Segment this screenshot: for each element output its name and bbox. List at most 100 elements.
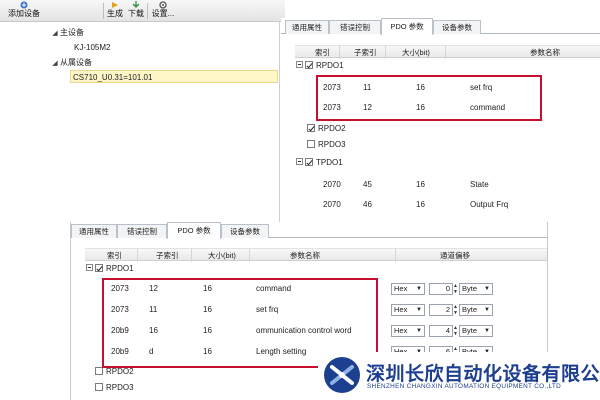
add-device-icon bbox=[20, 1, 28, 9]
download-icon bbox=[132, 1, 140, 8]
select-value: Byte bbox=[462, 284, 478, 293]
tab-label: 通用属性 bbox=[79, 227, 109, 236]
toolbar: 添加设备 生成 下载 设置... bbox=[0, 0, 285, 22]
add-device-label: 添加设备 bbox=[8, 9, 40, 18]
company-name-en: SHENZHEN CHANGXIN AUTOMATION EQUIPMENT C… bbox=[367, 383, 562, 390]
company-logo: 深圳长欣自动化设备有限公司 SHENZHEN CHANGXIN AUTOMATI… bbox=[318, 352, 600, 400]
chevron-down-icon: ▼ bbox=[416, 307, 422, 313]
highlight-box bbox=[316, 75, 542, 121]
pdo-group-name: RPDO3 bbox=[106, 383, 134, 392]
checkbox[interactable] bbox=[95, 382, 103, 391]
tree-node-master[interactable]: ◢ 主设备 bbox=[50, 26, 84, 39]
chevron-down-icon: ▼ bbox=[484, 307, 490, 313]
toolbar-separator bbox=[147, 3, 148, 19]
tab-bar: 通用属性 错误控制 PDO 参数 设备参数 bbox=[71, 222, 547, 239]
company-name-cn: 深圳长欣自动化设备有限公司 bbox=[366, 364, 600, 385]
grid-header: 索引 子索引 大小(bit) 参数名称 通道偏移 bbox=[85, 248, 547, 262]
tab-label: 错误控制 bbox=[127, 227, 157, 236]
pdo-group-row[interactable]: RPDO1 bbox=[86, 261, 286, 277]
pdo-group-name: RPDO1 bbox=[106, 264, 134, 273]
logo-mark-icon bbox=[324, 357, 360, 393]
triangle-expanded-icon: ◢ bbox=[52, 30, 58, 37]
cell-index: 2070 bbox=[323, 180, 341, 189]
checkbox[interactable] bbox=[307, 139, 315, 148]
tab-label: 设备参数 bbox=[230, 227, 260, 236]
chevron-down-icon: ▼ bbox=[416, 286, 422, 292]
checkbox[interactable] bbox=[307, 123, 315, 132]
collapse-icon[interactable] bbox=[296, 61, 303, 69]
offset-input[interactable]: 4 bbox=[429, 325, 453, 337]
tree-item-master-device[interactable]: KJ-105M2 bbox=[74, 41, 110, 54]
tab-label: 通用属性 bbox=[292, 23, 322, 32]
tab-error-control[interactable]: 错误控制 bbox=[329, 20, 381, 34]
select-value: Byte bbox=[462, 326, 478, 335]
tab-device-params[interactable]: 设备参数 bbox=[221, 224, 269, 238]
generate-button[interactable]: 生成 bbox=[105, 0, 125, 22]
cell-subindex: 45 bbox=[363, 180, 372, 189]
checkbox[interactable] bbox=[305, 60, 313, 69]
pdo-group-row[interactable]: RPDO1 bbox=[296, 58, 596, 74]
device-tree: ◢ 主设备 KJ-105M2 ◢ 从属设备 CS710_U0.31=101.01 bbox=[0, 22, 280, 222]
checkbox[interactable] bbox=[95, 366, 103, 375]
table-row[interactable]: 2070 45 16 State bbox=[323, 177, 583, 193]
tree-item-label: CS710_U0.31=101.01 bbox=[73, 73, 153, 82]
pdo-group-row[interactable]: TPDO1 bbox=[296, 155, 496, 171]
select-value: Byte bbox=[462, 305, 478, 314]
pdo-group-name: RPDO2 bbox=[318, 124, 346, 133]
unit-select[interactable]: Byte ▼ bbox=[459, 283, 493, 295]
download-button[interactable]: 下载 bbox=[126, 0, 146, 22]
settings-label: 设置... bbox=[151, 9, 175, 18]
select-value: Hex bbox=[394, 326, 408, 335]
download-label: 下载 bbox=[128, 9, 144, 18]
select-value: Hex bbox=[394, 305, 408, 314]
tab-general[interactable]: 通用属性 bbox=[285, 20, 329, 34]
triangle-expanded-icon: ◢ bbox=[52, 60, 58, 67]
pdo-group-name: TPDO1 bbox=[316, 158, 343, 167]
cell-size: 16 bbox=[416, 180, 425, 189]
column-header-channel-offset: 通道偏移 bbox=[395, 249, 547, 262]
pdo-group-name: RPDO1 bbox=[316, 61, 344, 70]
settings-button[interactable]: 设置... bbox=[150, 0, 176, 22]
toolbar-separator bbox=[103, 3, 104, 19]
unit-select[interactable]: Byte ▼ bbox=[459, 304, 493, 316]
tab-general[interactable]: 通用属性 bbox=[71, 224, 117, 238]
table-row[interactable]: 2070 46 16 Output Frq bbox=[323, 197, 583, 213]
tree-item-label: KJ-105M2 bbox=[74, 43, 111, 52]
format-select[interactable]: Hex ▼ bbox=[391, 325, 425, 337]
cell-param-name: State bbox=[470, 180, 489, 189]
tab-error-control[interactable]: 错误控制 bbox=[117, 224, 167, 238]
tab-label: PDO 参数 bbox=[390, 22, 424, 31]
tree-item-slave-device[interactable]: CS710_U0.31=101.01 bbox=[70, 70, 278, 83]
chevron-down-icon: ▼ bbox=[484, 328, 490, 334]
cell-index: 2070 bbox=[323, 200, 341, 209]
unit-select[interactable]: Byte ▼ bbox=[459, 325, 493, 337]
checkbox[interactable] bbox=[95, 263, 103, 272]
format-select[interactable]: Hex ▼ bbox=[391, 304, 425, 316]
pdo-group-row[interactable]: RPDO2 bbox=[307, 121, 507, 137]
chevron-down-icon: ▼ bbox=[416, 328, 422, 334]
pdo-group-name: RPDO2 bbox=[106, 367, 134, 376]
collapse-icon[interactable] bbox=[86, 264, 93, 272]
tree-node-label: 从属设备 bbox=[60, 58, 92, 67]
tab-pdo-params[interactable]: PDO 参数 bbox=[381, 18, 433, 35]
tree-node-slave[interactable]: ◢ 从属设备 bbox=[50, 56, 92, 69]
tab-label: PDO 参数 bbox=[177, 226, 211, 235]
grid-header: 索引 子索引 大小(bit) 参数名称 bbox=[295, 45, 600, 59]
cell-subindex: 46 bbox=[363, 200, 372, 209]
cell-size: 16 bbox=[416, 200, 425, 209]
pdo-group-row[interactable]: RPDO3 bbox=[95, 380, 295, 396]
cell-param-name: Output Frq bbox=[470, 200, 509, 209]
offset-input[interactable]: 2 bbox=[429, 304, 453, 316]
add-device-button[interactable]: 添加设备 bbox=[2, 0, 46, 22]
tab-device-params[interactable]: 设备参数 bbox=[433, 20, 481, 34]
generate-label: 生成 bbox=[107, 9, 123, 18]
checkbox[interactable] bbox=[305, 157, 313, 166]
pdo-group-name: RPDO3 bbox=[318, 140, 346, 149]
gear-icon bbox=[159, 1, 167, 9]
collapse-icon[interactable] bbox=[296, 158, 303, 166]
tab-pdo-params[interactable]: PDO 参数 bbox=[167, 222, 221, 239]
format-select[interactable]: Hex ▼ bbox=[391, 283, 425, 295]
pdo-group-row[interactable]: RPDO3 bbox=[307, 137, 507, 153]
offset-input[interactable]: 0 bbox=[429, 283, 453, 295]
tab-label: 设备参数 bbox=[442, 23, 472, 32]
